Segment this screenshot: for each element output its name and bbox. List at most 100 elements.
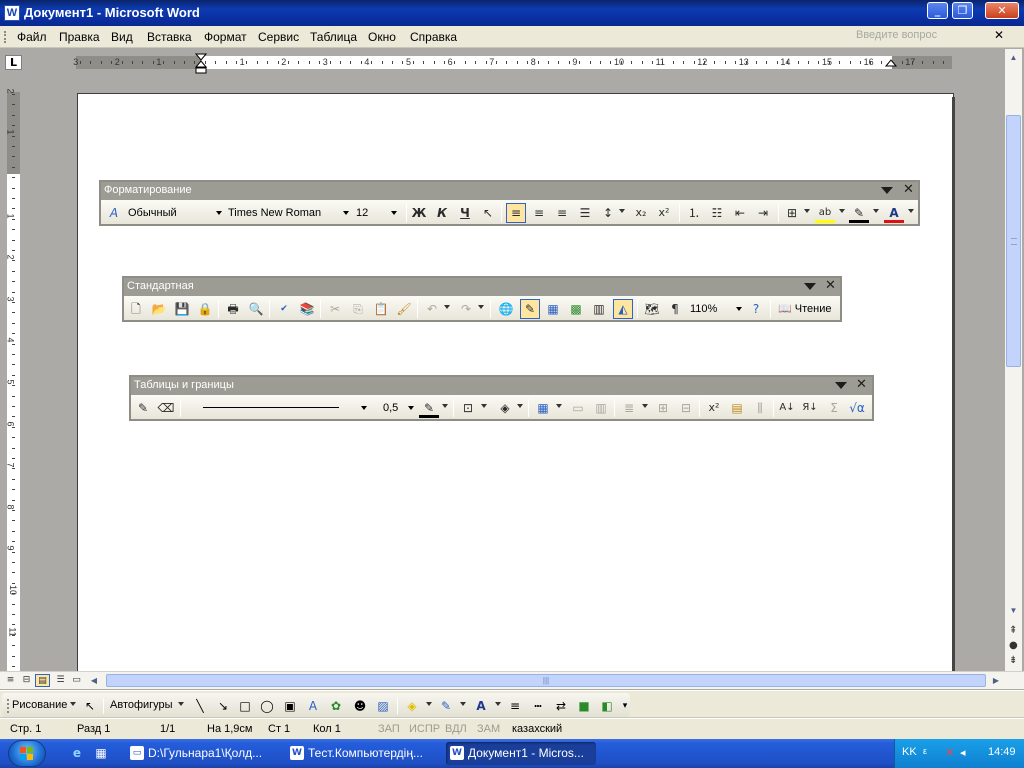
close-toolbar-icon[interactable]: ✕ bbox=[856, 377, 867, 392]
right-indent-marker-icon[interactable] bbox=[885, 58, 897, 67]
tables-toolbar-header[interactable]: Таблицы и границы ✕ bbox=[131, 377, 872, 395]
previous-page-icon[interactable]: ⇞ bbox=[1009, 625, 1017, 636]
volume-icon[interactable]: ◂ bbox=[960, 746, 966, 759]
research-icon[interactable]: 📚 bbox=[297, 299, 317, 319]
border-color-icon[interactable]: ✎ bbox=[419, 398, 439, 418]
menu-view[interactable]: Вид bbox=[111, 30, 133, 44]
underline-button[interactable]: Ч bbox=[455, 203, 475, 223]
autoshapes-button[interactable]: Автофигуры bbox=[110, 699, 173, 711]
standard-toolbar-header[interactable]: Стандартная ✕ bbox=[124, 278, 840, 296]
indent-marker-icon[interactable] bbox=[195, 53, 207, 75]
rectangle-icon[interactable]: □ bbox=[237, 698, 253, 714]
status-record[interactable]: ЗАП bbox=[378, 723, 400, 735]
reading-mode-button[interactable]: 📖 Чтение bbox=[778, 299, 838, 319]
close-document-icon[interactable]: ✕ bbox=[994, 28, 1004, 42]
bold-button[interactable]: Ж bbox=[409, 203, 429, 223]
paste-icon[interactable]: 📋 bbox=[371, 299, 391, 319]
fill-color-icon[interactable]: ◈ bbox=[404, 698, 420, 714]
decrease-indent-icon[interactable]: ⇤ bbox=[730, 203, 750, 223]
vertical-scroll-thumb[interactable] bbox=[1006, 115, 1021, 367]
toolbar-options-icon[interactable]: ▾ bbox=[620, 698, 630, 714]
menu-window[interactable]: Окно bbox=[368, 30, 396, 44]
internet-explorer-icon[interactable]: e bbox=[69, 745, 85, 761]
horizontal-ruler[interactable]: 3 2 1 1 2 3 4 5 6 7 8 9 10 11 12 13 14 15 16 17 bbox=[73, 56, 952, 69]
align-right-icon[interactable]: ≡ bbox=[552, 203, 572, 223]
question-input[interactable]: Введите вопрос bbox=[856, 29, 988, 45]
undo-icon[interactable]: ↶ bbox=[422, 299, 442, 319]
tables-and-borders-icon[interactable]: ✎ bbox=[520, 299, 540, 319]
print-layout-view-icon[interactable]: ▤ bbox=[35, 674, 50, 687]
dash-style-icon[interactable]: ┅ bbox=[530, 698, 546, 714]
status-track[interactable]: ИСПР bbox=[409, 723, 440, 735]
align-left-icon[interactable]: ≡ bbox=[506, 203, 526, 223]
taskbar-folder-button[interactable]: ▭ D:\Гульнара1\Қолд... bbox=[126, 742, 276, 765]
menu-insert[interactable]: Вставка bbox=[147, 30, 192, 44]
web-view-icon[interactable]: ⊟ bbox=[19, 674, 34, 687]
status-extend[interactable]: ВДЛ bbox=[445, 723, 467, 735]
font-dropdown[interactable]: Times New Roman bbox=[228, 203, 353, 223]
line-color-icon[interactable]: ✎ bbox=[438, 698, 454, 714]
close-button[interactable]: ✕ bbox=[985, 2, 1019, 19]
redo-icon[interactable]: ↷ bbox=[456, 299, 476, 319]
line-style-icon[interactable]: ≡ bbox=[507, 698, 523, 714]
redo-caret-icon[interactable] bbox=[478, 305, 484, 309]
show-desktop-icon[interactable]: ▦ bbox=[93, 745, 109, 761]
wordart-icon[interactable]: A bbox=[305, 698, 321, 714]
hyperlink-icon[interactable]: 🌐 bbox=[496, 299, 516, 319]
align-center-icon[interactable]: ≡ bbox=[529, 203, 549, 223]
standard-toolbar[interactable]: Стандартная ✕ 🗋 📂 💾 🔒 🖶 🔍 ✔ 📚 ✂ ⎘ 📋 🖌 ↶ … bbox=[122, 276, 842, 322]
scroll-left-icon[interactable]: ◀ bbox=[87, 674, 101, 687]
font-size-dropdown[interactable]: 12 bbox=[356, 203, 401, 223]
word-app-icon[interactable]: W bbox=[4, 5, 20, 21]
increase-indent-icon[interactable]: ⇥ bbox=[753, 203, 773, 223]
scroll-up-icon[interactable]: ▲ bbox=[1005, 49, 1022, 66]
cell-alignment-icon[interactable]: ≣ bbox=[619, 398, 639, 418]
shading-caret-icon[interactable] bbox=[517, 404, 523, 408]
style-dropdown[interactable]: Обычный bbox=[128, 203, 223, 223]
table-properties-icon[interactable]: ▤ bbox=[727, 398, 747, 418]
zoom-dropdown[interactable]: 110% bbox=[690, 299, 742, 319]
menu-help[interactable]: Справка bbox=[410, 30, 457, 44]
line-color-caret-icon[interactable] bbox=[873, 209, 879, 213]
horizontal-scroll-thumb[interactable]: ||| bbox=[106, 674, 986, 687]
autosum-icon[interactable]: Σ bbox=[824, 398, 844, 418]
merge-cells-icon[interactable]: ▭ bbox=[568, 398, 588, 418]
drawing-toolbar-grip[interactable] bbox=[7, 699, 10, 713]
sort-ascending-icon[interactable]: A↓ bbox=[777, 398, 797, 418]
select-objects-icon[interactable]: ↖ bbox=[82, 698, 98, 714]
help-icon[interactable]: ? bbox=[746, 299, 766, 319]
numbered-list-icon[interactable]: ⒈ bbox=[684, 203, 704, 223]
highlight-caret-icon[interactable] bbox=[839, 209, 845, 213]
font-color-caret-icon[interactable] bbox=[495, 702, 501, 706]
minimize-button[interactable]: _ bbox=[927, 2, 948, 19]
status-overtype[interactable]: ЗАМ bbox=[477, 723, 500, 735]
formatting-toolbar[interactable]: Форматирование ✕ A Обычный Times New Rom… bbox=[99, 180, 920, 226]
textbox-icon[interactable]: ▣ bbox=[282, 698, 298, 714]
language-indicator[interactable]: KK bbox=[902, 746, 917, 758]
menu-table[interactable]: Таблица bbox=[310, 30, 357, 44]
menu-edit[interactable]: Правка bbox=[59, 30, 100, 44]
borders-icon[interactable]: ⊞ bbox=[782, 203, 802, 223]
start-button[interactable] bbox=[8, 740, 46, 767]
menu-grip[interactable] bbox=[4, 31, 7, 43]
eraser-icon[interactable]: ⌫ bbox=[156, 398, 176, 418]
font-color-icon[interactable]: A bbox=[473, 698, 489, 714]
insert-table-caret-icon[interactable] bbox=[556, 404, 562, 408]
3d-style-icon[interactable]: ◧ bbox=[599, 698, 615, 714]
next-page-icon[interactable]: ⇟ bbox=[1009, 655, 1017, 666]
clock[interactable]: 14:49 bbox=[988, 746, 1016, 758]
save-icon[interactable]: 💾 bbox=[172, 299, 192, 319]
close-toolbar-icon[interactable]: ✕ bbox=[825, 278, 836, 293]
line-spacing-caret-icon[interactable] bbox=[619, 209, 625, 213]
copy-icon[interactable]: ⎘ bbox=[348, 299, 368, 319]
shading-color-icon[interactable]: ◈ bbox=[495, 398, 515, 418]
cell-alignment-caret-icon[interactable] bbox=[642, 404, 648, 408]
new-document-icon[interactable]: 🗋 bbox=[126, 299, 146, 319]
shadow-style-icon[interactable]: ■ bbox=[576, 698, 592, 714]
outline-view-icon[interactable]: ☰ bbox=[53, 674, 68, 687]
toolbar-options-icon[interactable] bbox=[804, 283, 816, 290]
toolbar-options-icon[interactable] bbox=[835, 382, 847, 389]
line-icon[interactable]: ╲ bbox=[192, 698, 208, 714]
distribute-columns-icon[interactable]: ⊟ bbox=[676, 398, 696, 418]
drawing-icon[interactable]: ◭ bbox=[613, 299, 633, 319]
